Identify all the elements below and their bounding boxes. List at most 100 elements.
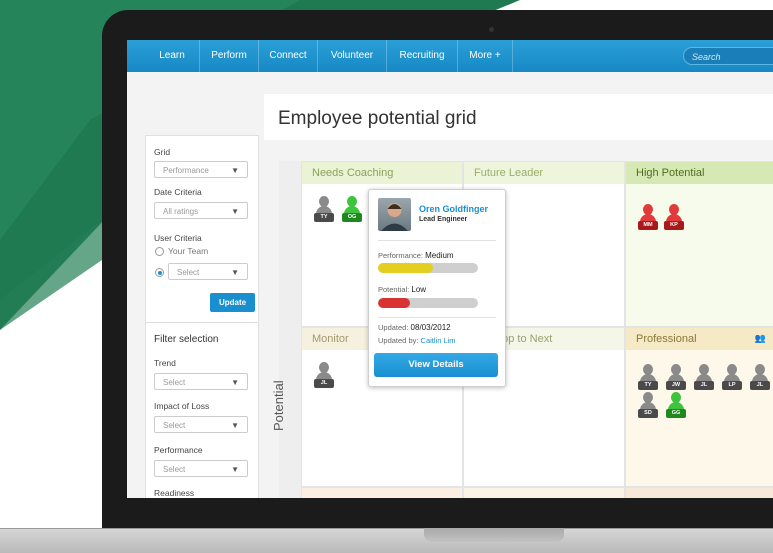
person-icon [381,203,408,231]
chevron-down-icon: ▼ [231,421,239,430]
avatar[interactable]: JL [314,362,334,388]
nav-perform[interactable]: Perform [200,40,259,72]
criteria-panel: Grid Performance ▼ Date Criteria All rati… [145,135,259,498]
updated-value: 08/03/2012 [410,323,451,332]
impact-select-value: Select [163,421,186,430]
search-input[interactable]: Search [683,47,773,65]
avatar[interactable]: OG [342,196,362,222]
avatar[interactable]: SD [638,392,658,418]
radio-your-team[interactable] [155,247,164,256]
cell-bottom-middle [463,487,625,498]
cell-title: Future Leader [464,162,624,184]
employee-role: Lead Engineer [419,216,468,223]
date-criteria-label: Date Criteria [154,187,202,197]
performance-select[interactable]: Select ▼ [154,460,248,477]
updated-line: Updated: 08/03/2012 [378,323,451,332]
trend-label: Trend [154,358,176,368]
user-criteria-label: User Criteria [154,233,202,243]
cell-bottom-right [625,487,773,498]
cell-title: Needs Coaching [302,162,462,184]
filter-selection-title: Filter selection [154,334,219,345]
app-screen: Learn Perform Connect Volunteer Recruiti… [127,40,773,498]
cell-high-potential[interactable]: High Potential MM KP [625,161,773,327]
employee-name[interactable]: Oren Goldfinger [419,204,488,214]
date-criteria-select[interactable]: All ratings ▼ [154,202,248,219]
performance-label: Performance [154,445,203,455]
top-nav: Learn Perform Connect Volunteer Recruiti… [127,40,773,72]
chevron-down-icon: ▼ [231,207,239,216]
potential-value: Low [411,285,427,294]
nav-recruiting[interactable]: Recruiting [387,40,458,72]
employee-photo [378,198,411,231]
performance-line: Performance: Medium [378,251,454,260]
view-details-button[interactable]: View Details [374,353,498,377]
avatar-initials: GG [666,409,686,418]
nav-more[interactable]: More + [458,40,513,72]
user-select[interactable]: Select ▼ [168,263,248,280]
cell-title: High Potential [626,162,773,184]
avatar[interactable]: TY [638,364,658,390]
impact-label: Impact of Loss [154,401,210,411]
avatar-initials: JW [666,381,686,390]
cell-title: Professional [626,328,773,350]
avatar-initials: OG [342,213,362,222]
chevron-down-icon: ▼ [231,465,239,474]
trend-select-value: Select [163,378,186,387]
potential-line: Potential: Low [378,285,426,294]
laptop-base [0,528,773,553]
avatar-initials: JL [750,381,770,390]
impact-select[interactable]: Select ▼ [154,416,248,433]
avatar-initials: JL [314,379,334,388]
updated-by-link[interactable]: Caitlin Lim [421,336,456,345]
avatar[interactable]: JL [750,364,770,390]
avatar[interactable]: TY [314,196,334,222]
divider [378,317,496,318]
nav-connect[interactable]: Connect [259,40,318,72]
updated-label: Updated: [378,323,409,332]
avatar-initials: MM [638,221,658,230]
avatar[interactable]: JL [694,364,714,390]
grid-select-value: Performance [163,166,209,175]
y-axis: Potential [271,161,301,498]
avatar-initials: TY [314,213,334,222]
avatar-initials: LP [722,381,742,390]
divider [378,240,496,241]
grid-select[interactable]: Performance ▼ [154,161,248,178]
nav-volunteer[interactable]: Volunteer [318,40,387,72]
updated-by-label: Updated by: [378,336,419,345]
laptop-bezel-bottom [102,498,773,528]
potential-bar-fill [378,298,410,308]
page-title: Employee potential grid [278,108,477,129]
chevron-down-icon: ▼ [231,166,239,175]
camera-icon [489,27,494,32]
performance-label: Performance: [378,251,424,260]
title-bar: Employee potential grid [264,94,773,140]
avatar-initials: SD [638,409,658,418]
radio-select[interactable] [155,268,164,277]
grid-label: Grid [154,147,171,157]
employee-popup: Oren Goldfinger Lead Engineer Performanc… [368,189,506,387]
avatar[interactable]: KP [664,204,684,230]
trend-select[interactable]: Select ▼ [154,373,248,390]
divider [146,322,258,323]
avatar[interactable]: LP [722,364,742,390]
avatar-initials: JL [694,381,714,390]
readiness-label: Readiness [154,488,195,498]
chevron-down-icon: ▼ [231,378,239,387]
user-select-value: Select [177,268,200,277]
performance-value: Medium [425,251,454,260]
cell-professional[interactable]: Professional 👥 TY JW JL LP JL SD GG [625,327,773,487]
avatar[interactable]: GG [666,392,686,418]
update-button[interactable]: Update [210,293,255,312]
nav-learn[interactable]: Learn [145,40,200,72]
laptop-notch [424,528,564,542]
avatar[interactable]: MM [638,204,658,230]
avatar-initials: KP [664,221,684,230]
performance-select-value: Select [163,465,186,474]
potential-bar [378,298,478,308]
avatar[interactable]: JW [666,364,686,390]
updated-by-line: Updated by: Caitlin Lim [378,336,456,345]
chevron-down-icon: ▼ [231,268,239,277]
axis-label-potential: Potential [271,380,286,431]
potential-label: Potential: [378,285,410,294]
